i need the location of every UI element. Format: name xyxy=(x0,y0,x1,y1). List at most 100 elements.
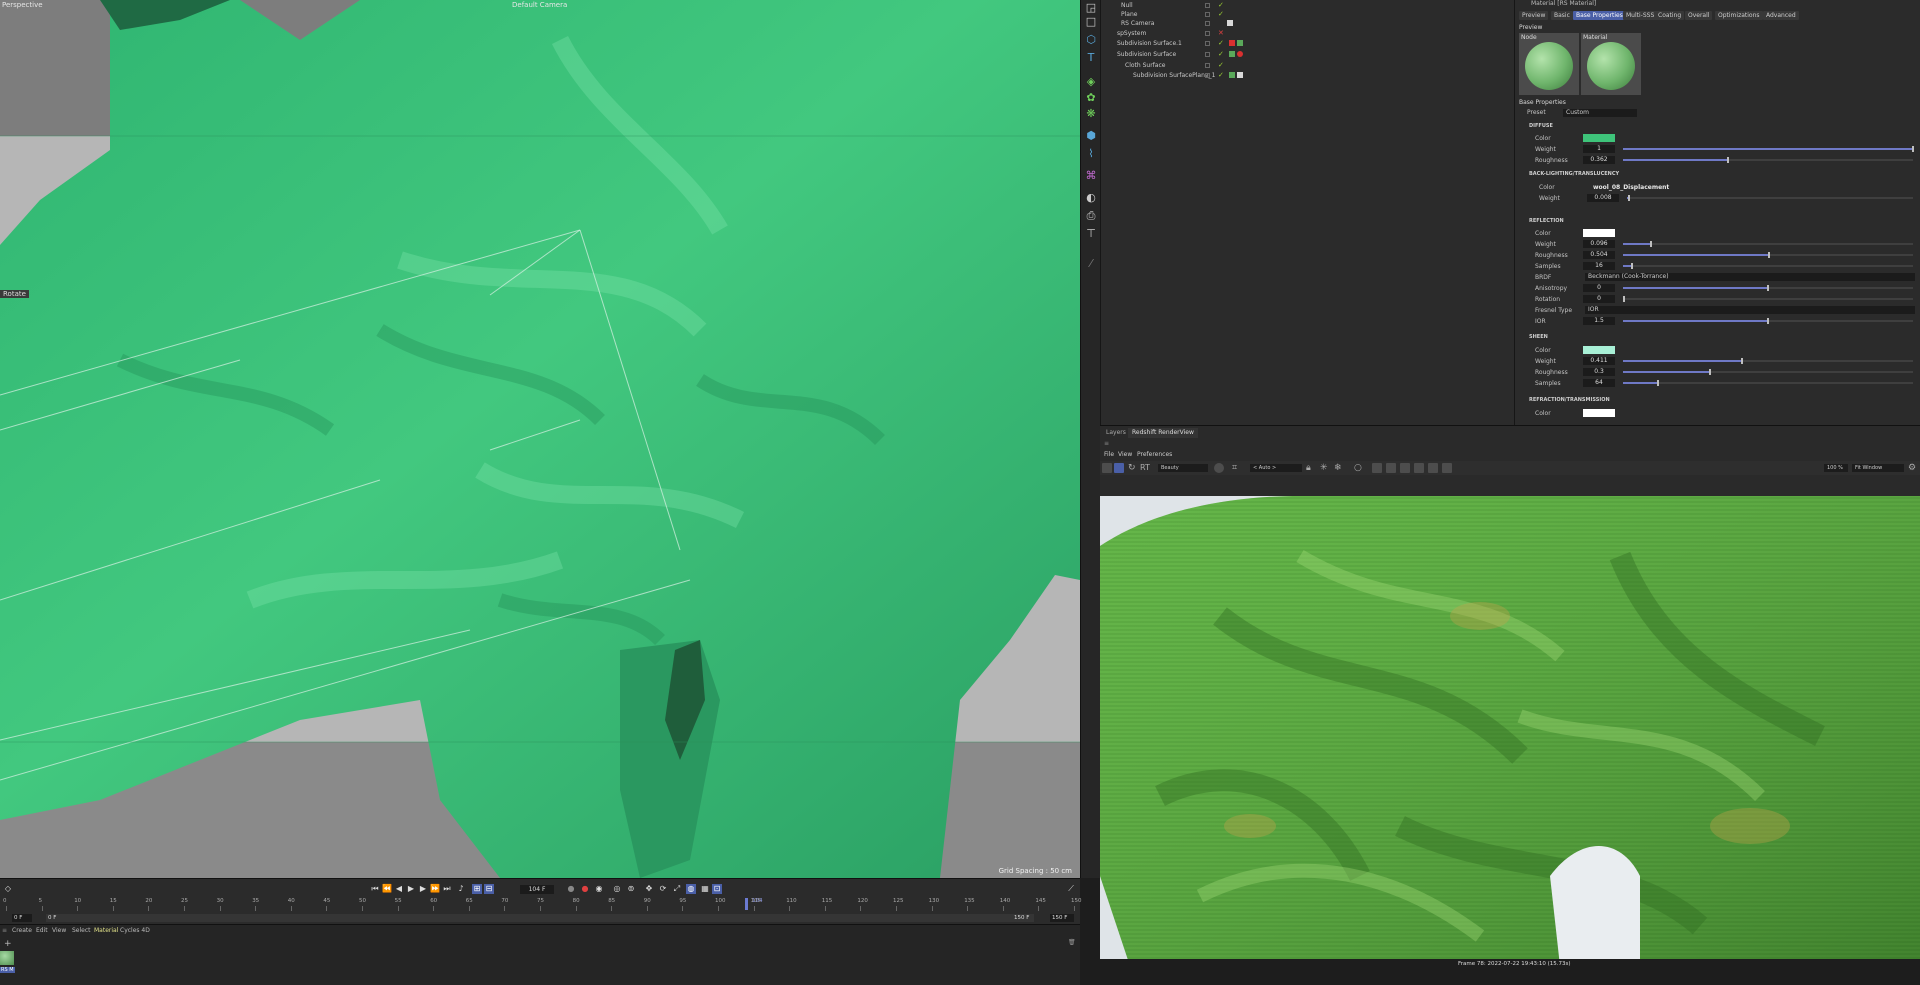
aov-dropdown[interactable]: Beauty xyxy=(1158,464,1208,472)
tab-optimizations[interactable]: Optimizations xyxy=(1715,11,1763,20)
preview-range-field[interactable]: 0 F xyxy=(46,914,1026,922)
tab-multi-sss[interactable]: Multi-SSS xyxy=(1623,11,1658,20)
material-tag-icon[interactable] xyxy=(1229,72,1235,78)
scale-key-icon[interactable]: ⤢ xyxy=(672,884,682,894)
object-name[interactable]: Subdivision SurfacePlane_1 xyxy=(1133,72,1215,79)
tab-base-properties[interactable]: Base Properties xyxy=(1573,11,1626,20)
end-frame-field[interactable]: 150 F xyxy=(1050,914,1074,922)
refraction-header[interactable]: REFRACTION/TRANSMISSION xyxy=(1529,397,1610,403)
bucket-icon[interactable]: ✳ xyxy=(1320,463,1330,473)
point-key-icon[interactable]: ⊡ xyxy=(712,884,722,894)
sheen-weight-slider[interactable] xyxy=(1623,358,1913,364)
go-to-start-icon[interactable]: ⏮ xyxy=(370,884,380,894)
object-row[interactable]: Subdivision Surface.1 ✓ xyxy=(1101,38,1515,48)
tag-icon[interactable] xyxy=(1237,72,1243,78)
camera-icon[interactable]: ⎙ xyxy=(1085,210,1097,222)
object-name[interactable]: Plane xyxy=(1121,11,1137,18)
reflection-header[interactable]: REFLECTION xyxy=(1529,218,1564,224)
camera-tag-icon[interactable] xyxy=(1227,20,1233,26)
reflection-roughness-field[interactable]: 0.504 xyxy=(1583,251,1615,259)
diffuse-roughness-slider[interactable] xyxy=(1623,157,1913,163)
generator-icon[interactable]: ◈ xyxy=(1085,76,1097,88)
rt-icon[interactable]: RT xyxy=(1140,463,1154,473)
reflection-rotation-field[interactable]: 0 xyxy=(1583,295,1615,303)
current-frame-field[interactable]: 104 F xyxy=(520,885,554,894)
sheen-color-swatch[interactable] xyxy=(1583,346,1615,354)
menu-icon[interactable]: ≡ xyxy=(2,927,7,934)
menu-view[interactable]: View xyxy=(52,927,66,934)
refraction-color-swatch[interactable] xyxy=(1583,409,1615,417)
brush-icon[interactable]: ⁄ xyxy=(1085,258,1097,270)
field-icon[interactable]: ⌘ xyxy=(1085,170,1097,182)
material-tag-icon[interactable] xyxy=(1237,51,1243,57)
material-tag-icon[interactable] xyxy=(1229,40,1235,46)
reflection-weight-slider[interactable] xyxy=(1623,241,1913,247)
circle-icon[interactable]: ○ xyxy=(1354,463,1364,473)
backlighting-weight-slider[interactable] xyxy=(1627,195,1913,201)
backlighting-weight-field[interactable]: 0.008 xyxy=(1587,194,1619,202)
tool-icon-undo[interactable]: ◲ xyxy=(1085,2,1097,14)
tab-basic[interactable]: Basic xyxy=(1551,11,1573,20)
viewport-camera-label[interactable]: Default Camera xyxy=(512,1,567,9)
trash-icon[interactable]: 🗑︎ xyxy=(1068,939,1076,946)
reflection-ior-field[interactable]: 1.5 xyxy=(1583,317,1615,325)
reflection-samples-field[interactable]: 16 xyxy=(1583,262,1615,270)
sheen-roughness-slider[interactable] xyxy=(1623,369,1913,375)
save-image-icon[interactable] xyxy=(1414,463,1424,473)
timeline-playhead[interactable] xyxy=(745,898,749,910)
reflection-brdf-dropdown[interactable]: Beckmann (Cook-Torrance) xyxy=(1585,273,1915,281)
mode-icon[interactable]: ⊟ xyxy=(484,884,494,894)
mograph-icon[interactable]: ❋ xyxy=(1085,108,1097,120)
loop-icon[interactable]: ♪ xyxy=(456,884,466,894)
object-row[interactable]: Cloth Surface ✓ xyxy=(1101,60,1515,70)
ipr-icon[interactable] xyxy=(1114,463,1124,473)
rotate-key-icon[interactable]: ⟳ xyxy=(658,884,668,894)
freeze-icon[interactable]: ❄ xyxy=(1334,463,1344,473)
keyframe-param-icon[interactable]: ⊚ xyxy=(626,884,636,894)
tab-coating[interactable]: Coating xyxy=(1655,11,1685,20)
menu-create[interactable]: Create xyxy=(12,927,32,934)
menu-preferences[interactable]: Preferences xyxy=(1137,451,1172,458)
floor-icon[interactable]: ⊤ xyxy=(1085,228,1097,240)
parameter-key-icon[interactable]: ◍ xyxy=(686,884,696,894)
enabled-check-icon[interactable]: ✓ xyxy=(1218,1,1224,9)
refresh-icon[interactable]: ↻ xyxy=(1128,463,1138,473)
reflection-color-swatch[interactable] xyxy=(1583,229,1615,237)
diffuse-header[interactable]: DIFFUSE xyxy=(1529,123,1553,129)
object-row[interactable]: RS Camera xyxy=(1101,18,1515,28)
reflection-fresnel-dropdown[interactable]: IOR xyxy=(1585,306,1915,314)
text-tool-icon[interactable]: T xyxy=(1085,52,1097,64)
render-image[interactable] xyxy=(1100,496,1920,966)
visibility-dot[interactable] xyxy=(1205,72,1210,78)
tab-advanced[interactable]: Advanced xyxy=(1763,11,1799,20)
visibility-dot[interactable] xyxy=(1205,40,1210,46)
camera-dropdown[interactable]: < Auto > xyxy=(1250,464,1302,472)
diffuse-color-swatch[interactable] xyxy=(1583,134,1615,142)
tab-redshift-renderview[interactable]: Redshift RenderView xyxy=(1128,428,1198,438)
crop-icon[interactable]: ⌗ xyxy=(1232,463,1242,473)
keyframe-selection-icon[interactable]: ◉ xyxy=(594,884,604,894)
enabled-check-icon[interactable]: ✓ xyxy=(1218,39,1224,47)
menu-file[interactable]: File xyxy=(1104,451,1114,458)
max-frame-field[interactable]: 150 F xyxy=(1012,914,1034,922)
tab-overall[interactable]: Overall xyxy=(1685,11,1713,20)
fit-icon[interactable] xyxy=(1372,463,1382,473)
enabled-check-icon[interactable]: ✓ xyxy=(1218,61,1224,69)
move-key-icon[interactable]: ✥ xyxy=(644,884,654,894)
sheen-samples-slider[interactable] xyxy=(1623,380,1913,386)
history-icon[interactable] xyxy=(1428,463,1438,473)
reflection-anisotropy-slider[interactable] xyxy=(1623,285,1913,291)
subdivision-icon[interactable]: ✿ xyxy=(1085,92,1097,104)
object-name[interactable]: Cloth Surface xyxy=(1125,62,1165,69)
tab-layers[interactable]: Layers xyxy=(1102,428,1130,438)
viewport-view-name[interactable]: Perspective xyxy=(2,1,43,9)
material-tag-icon[interactable] xyxy=(1229,51,1235,57)
object-row[interactable]: spSystem ✕ xyxy=(1101,28,1515,38)
object-name[interactable]: RS Camera xyxy=(1121,20,1154,27)
sheen-header[interactable]: SHEEN xyxy=(1529,334,1548,340)
enabled-check-icon[interactable]: ✓ xyxy=(1218,71,1224,79)
enabled-check-icon[interactable]: ✓ xyxy=(1218,10,1224,18)
visibility-dot[interactable] xyxy=(1205,30,1210,36)
material-thumbnail[interactable] xyxy=(0,951,14,965)
menu-view[interactable]: View xyxy=(1118,451,1132,458)
